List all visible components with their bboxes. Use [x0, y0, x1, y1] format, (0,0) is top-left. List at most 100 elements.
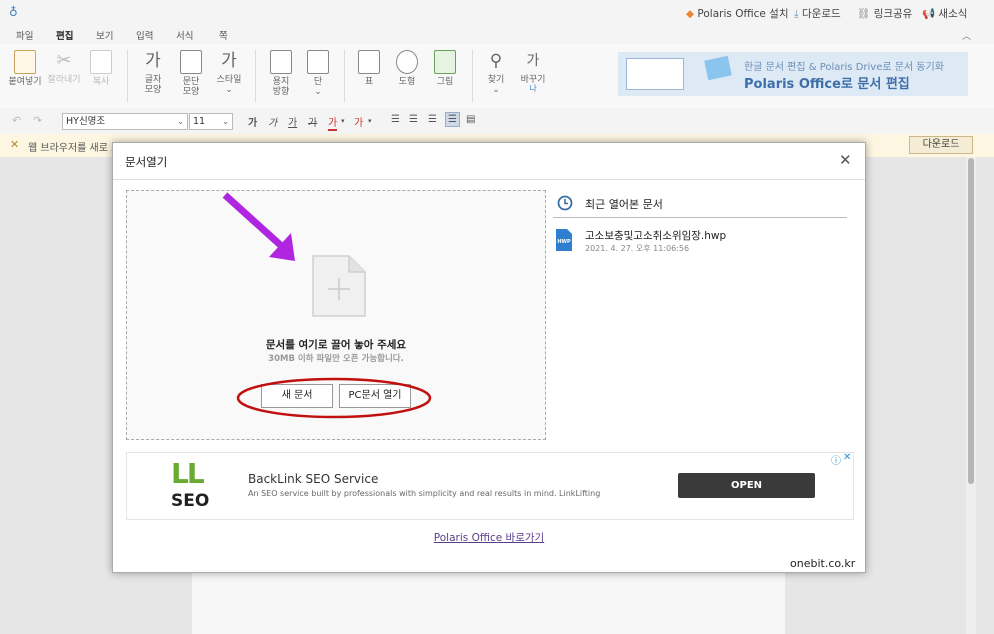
ad-title: BackLink SEO Service: [248, 472, 379, 486]
page-direction-button[interactable]: 용지 방향: [268, 50, 294, 97]
recent-file-date: 2021. 4. 27. 오후 11:06:56: [585, 244, 690, 253]
table-icon: [358, 50, 380, 74]
hwp-file-icon: HWP: [556, 229, 572, 251]
table-button[interactable]: 표: [357, 50, 381, 87]
news-link[interactable]: 📢 새소식: [922, 6, 967, 21]
picture-button[interactable]: 그림: [432, 50, 458, 87]
font-color-icon[interactable]: 가: [328, 114, 338, 131]
ad-open-button[interactable]: OPEN: [678, 473, 815, 498]
paragraph-icon: [180, 50, 202, 74]
megaphone-icon: 📢: [922, 8, 936, 20]
ad-close-icon[interactable]: ✕: [843, 452, 851, 463]
top-bar: ♁ ◆ Polaris Office 설치 ⤓ 다운로드 ⛓ 링크공유 📢 새소…: [0, 0, 994, 24]
recent-file-name: 고소보충및고소취소위임장.hwp: [585, 230, 727, 242]
menu-page[interactable]: 쪽: [219, 28, 228, 42]
download-icon: ⤓: [794, 8, 799, 20]
undo-icon[interactable]: ↶: [12, 114, 21, 127]
ribbon: 붙여넣기 ✂ 잘라내기 복사 가 글자 모양 문단 모양 가 스타일 ⌄ 용지 방…: [0, 44, 994, 109]
drop-zone-title: 문서를 여기로 끌어 놓아 주세요: [265, 339, 407, 351]
new-file-icon: [312, 255, 366, 317]
recent-title: 최근 열어본 문서: [585, 198, 663, 211]
shape-button[interactable]: 도형: [394, 50, 420, 87]
recent-file-item[interactable]: HWP 고소보충및고소취소위임장.hwp 2021. 4. 27. 오후 11:…: [553, 225, 847, 257]
arrow-annotation-icon: [222, 192, 295, 261]
app-logo-icon: ♁: [9, 5, 18, 19]
align-justify-icon[interactable]: ☰: [445, 112, 460, 127]
align-left-icon[interactable]: ☰: [391, 114, 400, 125]
menu-insert[interactable]: 입력: [136, 28, 153, 42]
menu-edit[interactable]: 편집: [53, 28, 77, 46]
ribbon-divider: [255, 50, 256, 102]
dialog-header: 문서열기 ✕: [113, 143, 865, 180]
ad-logo: LL SEO: [171, 457, 210, 511]
collapse-ribbon-icon[interactable]: ︿: [962, 29, 971, 42]
polaris-office-link[interactable]: Polaris Office 바로가기: [113, 530, 865, 545]
notice-download-button[interactable]: 다운로드: [909, 136, 973, 154]
watermark-text: onebit.co.kr: [786, 557, 860, 570]
close-icon[interactable]: ✕: [839, 151, 852, 169]
bold-icon[interactable]: 가: [248, 114, 257, 129]
chevron-down-icon[interactable]: ▾: [368, 117, 372, 125]
clock-icon: [557, 195, 573, 211]
cut-button[interactable]: ✂ 잘라내기: [46, 50, 82, 85]
promo-banner[interactable]: 한글 문서 편집 & Polaris Drive로 문서 동기화 Polaris…: [618, 52, 968, 96]
align-center-icon[interactable]: ☰: [409, 114, 418, 125]
cloud-folder-icon: [704, 55, 732, 81]
notice-text: 웹 브라우저를 새로 고: [28, 143, 121, 154]
ad-description: An SEO service built by professionals wi…: [248, 489, 601, 498]
char-shape-button[interactable]: 가 글자 모양: [140, 50, 166, 95]
close-notice-icon[interactable]: ✕: [10, 138, 19, 151]
banner-subtitle: 한글 문서 편집 & Polaris Drive로 문서 동기화: [744, 62, 944, 73]
para-shape-button[interactable]: 문단 모양: [178, 50, 204, 97]
menu-bar: 파일 편집 보기 입력 서식 쪽 ︿: [0, 24, 994, 46]
drop-zone-subtitle: 30MB 이하 파일만 오픈 가능합니다.: [268, 354, 404, 364]
strikethrough-icon[interactable]: 가: [308, 114, 317, 129]
clipboard-icon: [14, 50, 36, 74]
open-document-dialog: 문서열기 ✕ 문서를 여기로 끌어 놓아 주세요 30MB 이하 파일만 오픈 …: [112, 142, 866, 573]
replace-button[interactable]: 가나 바꾸기: [518, 50, 548, 93]
char-shape-icon: 가: [145, 51, 161, 71]
advertisement[interactable]: LL SEO BackLink SEO Service An SEO servi…: [126, 452, 854, 520]
page-direction-icon: [270, 50, 292, 74]
scissors-icon: ✂: [56, 50, 72, 71]
svg-text:HWP: HWP: [557, 239, 571, 245]
shape-icon: [396, 50, 418, 74]
ribbon-divider: [472, 50, 473, 102]
copy-button[interactable]: 복사: [88, 50, 114, 87]
column-icon: [307, 50, 329, 74]
font-size-select[interactable]: 11 ⌄: [189, 113, 233, 130]
font-select[interactable]: HY신명조 ⌄: [62, 113, 188, 130]
drop-zone[interactable]: 문서를 여기로 끌어 놓아 주세요 30MB 이하 파일만 오픈 가능합니다. …: [126, 190, 546, 440]
recent-header: 최근 열어본 문서: [553, 191, 847, 218]
menu-format[interactable]: 서식: [176, 28, 193, 42]
menu-view[interactable]: 보기: [96, 28, 113, 42]
menu-file[interactable]: 파일: [16, 28, 33, 42]
style-icon: 가: [221, 51, 237, 71]
share-link[interactable]: ⛓ 링크공유: [857, 6, 912, 21]
polaris-icon: ◆: [686, 8, 695, 20]
ad-info-icon[interactable]: ⓘ: [831, 452, 841, 467]
picture-icon: [434, 50, 456, 74]
style-button[interactable]: 가 스타일 ⌄: [214, 50, 244, 95]
redo-icon[interactable]: ↷: [33, 114, 42, 127]
chevron-down-icon: ⌄: [177, 117, 184, 126]
copy-icon: [90, 50, 112, 74]
find-button[interactable]: ⚲ 찾기 ⌄: [484, 50, 508, 95]
download-link[interactable]: ⤓ 다운로드: [794, 6, 841, 21]
magnifier-icon: ⚲: [489, 51, 503, 71]
column-button[interactable]: 단 ⌄: [306, 50, 330, 97]
align-right-icon[interactable]: ☰: [428, 114, 437, 125]
italic-icon[interactable]: 가: [268, 114, 277, 129]
highlight-color-icon[interactable]: 가: [354, 114, 363, 129]
dialog-title: 문서열기: [125, 155, 168, 169]
monitor-icon: [626, 58, 684, 90]
replace-icon: 가나: [526, 53, 540, 93]
link-icon: ⛓: [857, 8, 871, 20]
underline-icon[interactable]: 가: [288, 114, 297, 129]
install-link[interactable]: ◆ Polaris Office 설치: [686, 6, 789, 21]
paste-button[interactable]: 붙여넣기: [8, 50, 42, 87]
scrollbar-thumb[interactable]: [968, 158, 974, 484]
banner-title: Polaris Office로 문서 편집: [744, 77, 910, 92]
align-distribute-icon[interactable]: ▤: [466, 114, 475, 125]
chevron-down-icon[interactable]: ▾: [341, 117, 345, 125]
